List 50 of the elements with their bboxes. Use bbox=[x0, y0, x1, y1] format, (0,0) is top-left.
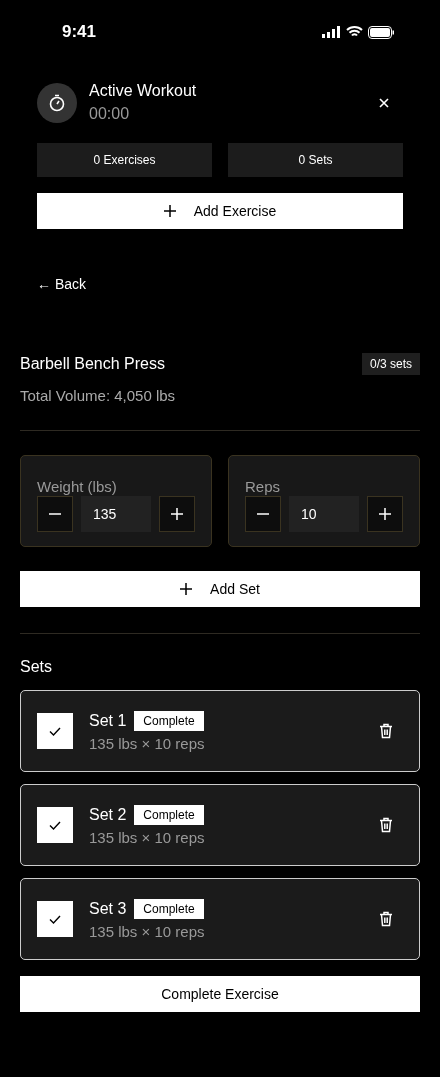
set-detail: 135 lbs × 10 reps bbox=[89, 734, 206, 752]
wifi-icon bbox=[346, 26, 363, 38]
total-volume: Total Volume: 4,050 lbs bbox=[20, 387, 177, 404]
set-checkbox[interactable] bbox=[37, 807, 73, 843]
minus-icon bbox=[257, 513, 269, 515]
plus-icon bbox=[171, 508, 183, 520]
back-link[interactable]: ← Back bbox=[37, 276, 86, 292]
set-name: Set 1 bbox=[89, 711, 127, 730]
plus-icon bbox=[163, 205, 176, 217]
set-detail: 135 lbs × 10 reps bbox=[89, 828, 206, 846]
stat-chip: 0 Sets bbox=[228, 143, 403, 177]
plus-icon bbox=[180, 583, 193, 595]
check-icon bbox=[49, 914, 61, 924]
workout-title: Active Workout bbox=[89, 82, 198, 100]
close-icon bbox=[379, 97, 389, 108]
trash-icon bbox=[379, 817, 393, 833]
exercise-name: Barbell Bench Press bbox=[20, 355, 165, 373]
delete-button[interactable] bbox=[379, 911, 393, 927]
stepper-value[interactable]: 135 bbox=[81, 496, 151, 532]
set-detail: 135 lbs × 10 reps bbox=[89, 922, 206, 940]
stepper-value[interactable]: 10 bbox=[289, 496, 359, 532]
add-exercise-button[interactable]: Add Exercise bbox=[37, 193, 403, 229]
trash-icon bbox=[379, 911, 393, 927]
trash-icon bbox=[379, 723, 393, 739]
delete-button[interactable] bbox=[379, 723, 393, 739]
sets-heading: Sets bbox=[20, 658, 53, 676]
battery-icon bbox=[368, 25, 394, 39]
set-name: Set 3 bbox=[89, 899, 127, 918]
increment-button[interactable] bbox=[367, 496, 403, 532]
signal-icon bbox=[322, 26, 341, 38]
status-badge: Complete bbox=[134, 898, 204, 919]
stepper-label: Reps bbox=[245, 478, 282, 495]
status-time: 9:41 bbox=[62, 22, 97, 42]
stat-chip: 0 Exercises bbox=[37, 143, 212, 177]
check-icon bbox=[49, 820, 61, 830]
status-badge: Complete bbox=[134, 710, 204, 731]
stepper-label: Weight (lbs) bbox=[37, 478, 118, 495]
add-set-button[interactable]: Add Set bbox=[20, 571, 420, 607]
complete-exercise-button[interactable]: Complete Exercise bbox=[20, 976, 420, 1012]
check-icon bbox=[49, 726, 61, 736]
set-checkbox[interactable] bbox=[37, 713, 73, 749]
workout-timer: 00:00 bbox=[89, 105, 131, 123]
plus-icon bbox=[379, 508, 391, 520]
stopwatch-icon bbox=[48, 93, 66, 112]
status-badge: Complete bbox=[134, 804, 204, 825]
set-checkbox[interactable] bbox=[37, 901, 73, 937]
minus-icon bbox=[49, 513, 61, 515]
set-name: Set 2 bbox=[89, 805, 127, 824]
increment-button[interactable] bbox=[159, 496, 195, 532]
delete-button[interactable] bbox=[379, 817, 393, 833]
